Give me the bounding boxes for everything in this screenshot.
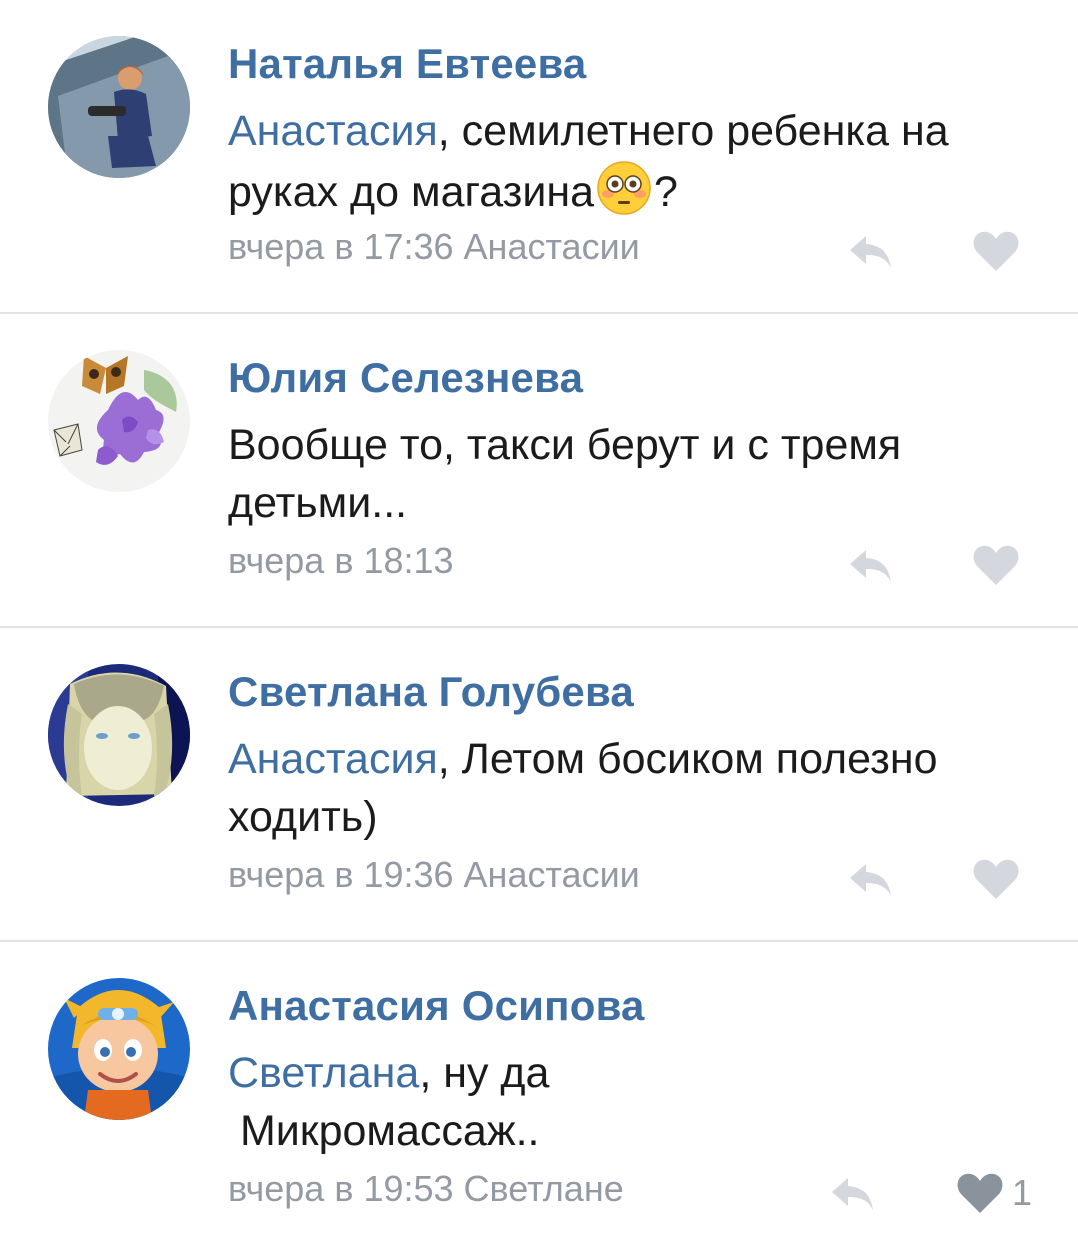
heart-icon <box>973 231 1019 271</box>
comment-meta[interactable]: вчера в 19:36 Анастасии <box>228 854 640 896</box>
avatar[interactable] <box>48 978 190 1120</box>
comment-author[interactable]: Светлана Голубева <box>228 668 634 716</box>
comment-author[interactable]: Юлия Селезнева <box>228 354 583 402</box>
avatar-image <box>48 978 190 1120</box>
comment-author[interactable]: Наталья Евтеева <box>228 40 586 88</box>
like-button[interactable] <box>972 228 1028 274</box>
avatar-image <box>48 664 190 806</box>
avatar[interactable] <box>48 350 190 492</box>
comment-body-end: ? <box>654 168 678 216</box>
reply-button[interactable] <box>846 854 894 902</box>
heart-icon <box>973 545 1019 585</box>
like-button[interactable] <box>972 856 1028 902</box>
avatar-image <box>48 350 190 492</box>
like-button[interactable] <box>972 542 1028 588</box>
avatar[interactable] <box>48 664 190 806</box>
comment-body: , ну да <box>419 1049 550 1097</box>
comment-meta[interactable]: вчера в 17:36 Анастасии <box>228 226 640 268</box>
comment-text: Анастасия, Летом босиком полезно ходить) <box>228 730 968 846</box>
comment-item: Светлана Голубева Анастасия, Летом босик… <box>0 628 1078 942</box>
reply-button[interactable] <box>846 226 894 274</box>
comment-text: Вообще то, такси берут и с тремя детьми.… <box>228 416 968 532</box>
mention-link[interactable]: Анастасия <box>228 107 438 155</box>
comment-body-line2: Микромассаж.. <box>228 1107 540 1155</box>
reply-arrow-icon <box>832 1178 873 1210</box>
avatar[interactable] <box>48 36 190 178</box>
like-button[interactable]: 1 <box>956 1170 1032 1216</box>
comment-meta[interactable]: вчера в 19:53 Светлане <box>228 1168 624 1210</box>
comment-text: Анастасия, семилетнего ребенка на руках … <box>228 102 968 221</box>
comment-item: Анастасия Осипова Светлана, ну да Микром… <box>0 942 1078 1256</box>
reply-arrow-icon <box>850 236 891 268</box>
heart-icon <box>973 859 1019 899</box>
comment-body: Вообще то, такси берут и с тремя детьми.… <box>228 421 902 527</box>
reply-arrow-icon <box>850 550 891 582</box>
reply-arrow-icon <box>850 864 891 896</box>
reply-button[interactable] <box>846 540 894 588</box>
heart-icon <box>957 1173 1003 1213</box>
mention-link[interactable]: Анастасия <box>228 735 438 783</box>
comment-text: Светлана, ну да Микромассаж.. <box>228 1044 968 1160</box>
like-count: 1 <box>1012 1172 1033 1213</box>
comment-meta[interactable]: вчера в 18:13 <box>228 540 454 582</box>
comments-list: Наталья Евтеева Анастасия, семилетнего р… <box>0 0 1078 1256</box>
mention-link[interactable]: Светлана <box>228 1049 419 1097</box>
flushed-face-emoji-icon <box>597 161 651 215</box>
comment-item: Юлия Селезнева Вообще то, такси берут и … <box>0 314 1078 628</box>
comment-item: Наталья Евтеева Анастасия, семилетнего р… <box>0 0 1078 314</box>
avatar-image <box>48 36 190 178</box>
comment-author[interactable]: Анастасия Осипова <box>228 982 645 1030</box>
reply-button[interactable] <box>828 1168 876 1216</box>
